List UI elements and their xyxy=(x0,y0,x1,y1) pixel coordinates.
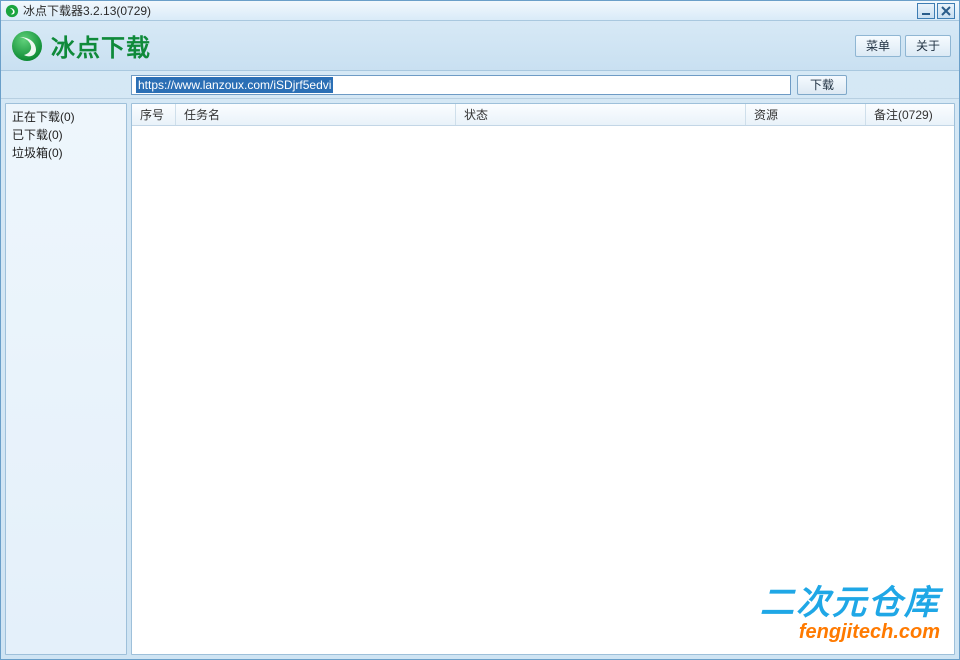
window-controls xyxy=(917,3,955,19)
sidebar: 正在下载(0) 已下载(0) 垃圾箱(0) xyxy=(5,103,127,655)
column-header-note[interactable]: 备注(0729) xyxy=(866,104,954,125)
app-logo-icon xyxy=(9,28,45,64)
window-title: 冰点下载器3.2.13(0729) xyxy=(23,2,917,19)
watermark-line2: fengjitech.com xyxy=(760,620,940,644)
watermark: 二次元仓库 fengjitech.com xyxy=(760,586,940,644)
download-button[interactable]: 下载 xyxy=(797,75,847,95)
minimize-button[interactable] xyxy=(917,3,935,19)
sidebar-item-trash[interactable]: 垃圾箱(0) xyxy=(12,144,120,162)
url-input[interactable]: https://www.lanzoux.com/iSDjrf5edvi xyxy=(131,75,791,95)
menu-button[interactable]: 菜单 xyxy=(855,35,901,57)
sidebar-item-downloaded[interactable]: 已下载(0) xyxy=(12,126,120,144)
task-table: 序号 任务名 状态 资源 备注(0729) 二次元仓库 fengjitech.c… xyxy=(131,103,955,655)
column-header-index[interactable]: 序号 xyxy=(132,104,176,125)
sidebar-item-downloading[interactable]: 正在下载(0) xyxy=(12,108,120,126)
url-input-value: https://www.lanzoux.com/iSDjrf5edvi xyxy=(136,77,333,93)
app-icon xyxy=(5,4,19,18)
column-header-status[interactable]: 状态 xyxy=(456,104,746,125)
column-header-resource[interactable]: 资源 xyxy=(746,104,866,125)
close-button[interactable] xyxy=(937,3,955,19)
body: 正在下载(0) 已下载(0) 垃圾箱(0) 序号 任务名 状态 资源 备注(07… xyxy=(1,99,959,659)
header: 冰点下载 菜单 关于 xyxy=(1,21,959,71)
url-toolbar: https://www.lanzoux.com/iSDjrf5edvi 下载 xyxy=(1,71,959,99)
task-table-body: 二次元仓库 fengjitech.com xyxy=(132,126,954,654)
titlebar: 冰点下载器3.2.13(0729) xyxy=(1,1,959,21)
watermark-line1: 二次元仓库 xyxy=(760,586,940,620)
sidebar-item-label: 正在下载(0) xyxy=(12,110,75,124)
column-headers: 序号 任务名 状态 资源 备注(0729) xyxy=(132,104,954,126)
column-header-taskname[interactable]: 任务名 xyxy=(176,104,456,125)
sidebar-item-label: 已下载(0) xyxy=(12,128,63,142)
app-name: 冰点下载 xyxy=(51,28,151,63)
sidebar-item-label: 垃圾箱(0) xyxy=(12,146,63,160)
about-button[interactable]: 关于 xyxy=(905,35,951,57)
app-window: 冰点下载器3.2.13(0729) 冰点下载 xyxy=(0,0,960,660)
